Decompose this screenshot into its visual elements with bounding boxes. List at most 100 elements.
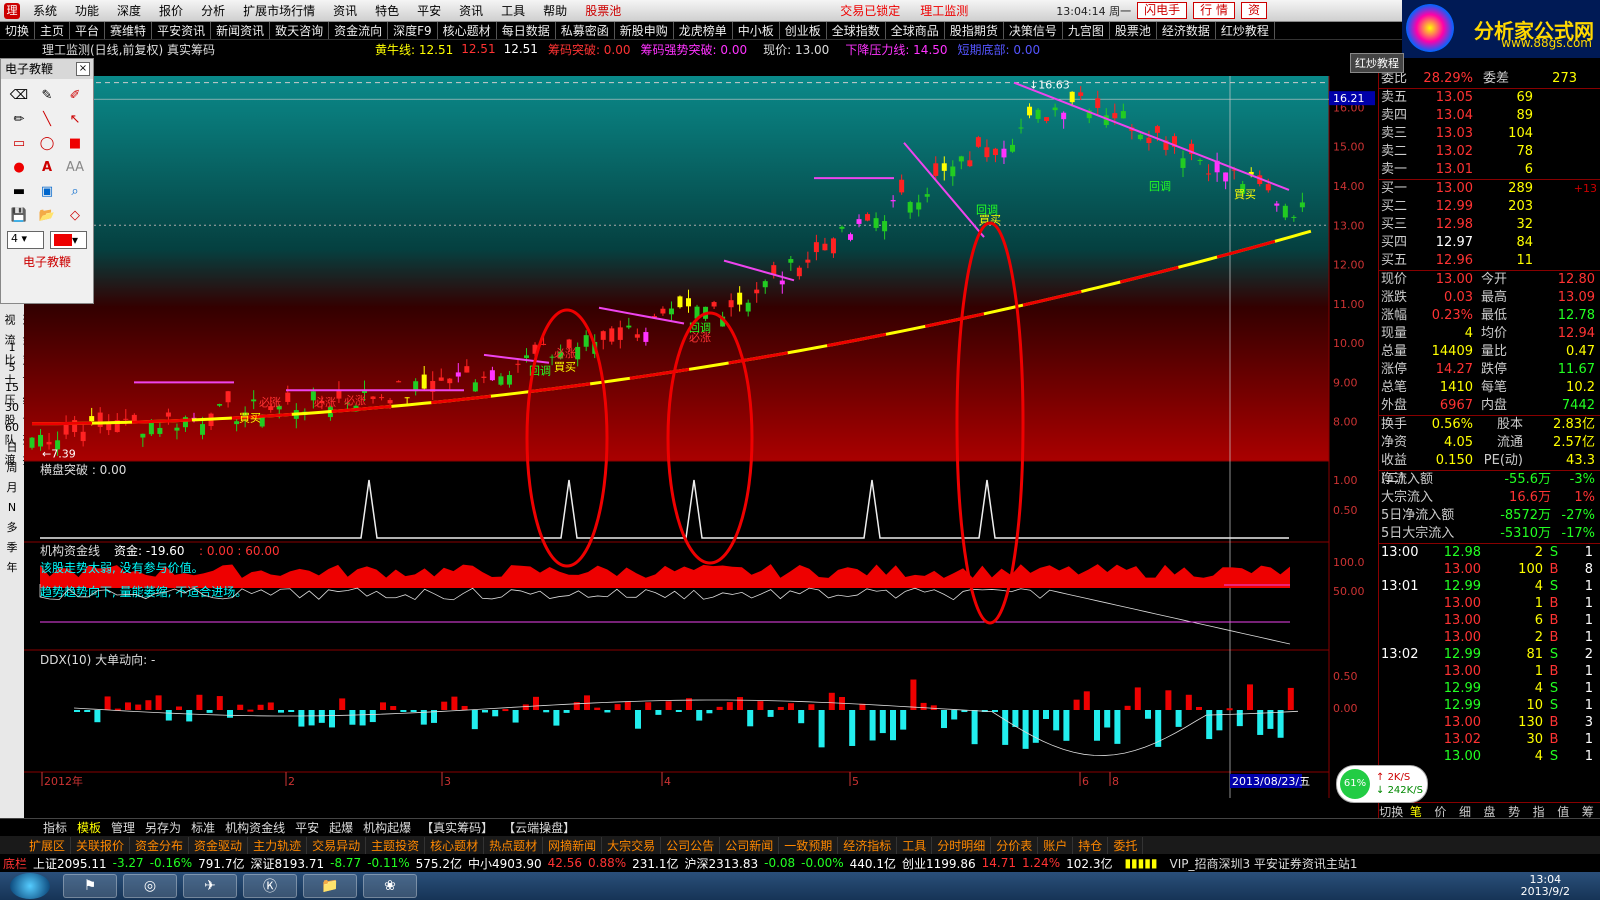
period-10[interactable]: 季 xyxy=(0,538,24,558)
toolbar-item-1[interactable]: 主页 xyxy=(35,22,71,39)
app-taskbar-icon-1[interactable]: ⚑ xyxy=(63,874,117,898)
toolbar-item-7[interactable]: 资金流向 xyxy=(329,22,389,39)
filled-ellipse-icon[interactable]: ● xyxy=(7,157,31,177)
toolbar-item-2[interactable]: 平台 xyxy=(70,22,106,39)
function-tab-12[interactable]: 公司新闻 xyxy=(720,836,780,854)
indicator-tab-8[interactable]: 机构起爆 xyxy=(358,819,416,836)
menu-item-11[interactable]: 帮助 xyxy=(534,4,576,18)
font-size-icon[interactable]: AA xyxy=(63,157,87,177)
filled-rect-icon[interactable]: ■ xyxy=(63,133,87,153)
save-icon[interactable]: 💾 xyxy=(7,205,31,225)
bid-row[interactable]: 买五 12.96 11 xyxy=(1379,252,1600,270)
indicator-tab-10[interactable]: 【云端操盘】 xyxy=(498,819,580,836)
toolbar-item-20[interactable]: 九宫图 xyxy=(1063,22,1110,39)
toolbar-item-16[interactable]: 全球指数 xyxy=(827,22,886,39)
bid-row[interactable]: 买三 12.98 32 xyxy=(1379,216,1600,234)
menu-item-10[interactable]: 工具 xyxy=(492,4,534,18)
toolbar-item-14[interactable]: 中小板 xyxy=(733,22,780,39)
menu-item-3[interactable]: 报价 xyxy=(150,4,192,18)
line-width-select[interactable]: 4 ▾ xyxy=(7,231,44,249)
function-tab-1[interactable]: 关联报价 xyxy=(71,836,131,854)
eraser-icon[interactable]: ⌫ xyxy=(7,85,31,105)
toolbar-item-22[interactable]: 经济数据 xyxy=(1157,22,1216,39)
toolbar-item-11[interactable]: 私募密函 xyxy=(556,22,615,39)
function-tab-2[interactable]: 资金分布 xyxy=(130,836,190,854)
toolbar-item-18[interactable]: 股指期货 xyxy=(945,22,1004,39)
toolbar-item-13[interactable]: 龙虎榜单 xyxy=(674,22,733,39)
toolbar-item-5[interactable]: 新闻资讯 xyxy=(211,22,271,39)
pencil-icon[interactable]: ✏ xyxy=(7,109,31,129)
indicator-tab-2[interactable]: 管理 xyxy=(106,819,140,836)
toolbar-item-21[interactable]: 股票池 xyxy=(1110,22,1157,39)
indicator-tab-4[interactable]: 标准 xyxy=(186,819,220,836)
toolbar-item-0[interactable]: 切换 xyxy=(0,22,36,39)
hs-index[interactable]: 沪深2313.83 xyxy=(681,855,761,872)
toolbar-item-10[interactable]: 每日数据 xyxy=(497,22,556,39)
menu-item-6[interactable]: 资讯 xyxy=(324,4,366,18)
app-taskbar-icon-3[interactable]: ✈ xyxy=(183,874,237,898)
info-button[interactable]: 资 xyxy=(1240,2,1267,19)
toolbar-item-15[interactable]: 创业板 xyxy=(780,22,827,39)
period-9[interactable]: 多 xyxy=(0,518,24,538)
bid-row[interactable]: 买二 12.99 203 xyxy=(1379,198,1600,216)
indicator-tab-5[interactable]: 机构资金线 xyxy=(220,819,290,836)
ask-row[interactable]: 卖三 13.03 104 xyxy=(1379,125,1600,143)
menu-item-5[interactable]: 扩展市场行情 xyxy=(234,4,324,18)
menu-item-7[interactable]: 特色 xyxy=(366,4,408,18)
function-tab-8[interactable]: 热点题材 xyxy=(484,836,544,854)
cy-index[interactable]: 创业1199.86 xyxy=(899,855,979,872)
menu-item-4[interactable]: 分析 xyxy=(192,4,234,18)
menu-item-8[interactable]: 平安 xyxy=(408,4,450,18)
zoom-icon[interactable]: ⌕ xyxy=(63,181,87,201)
indicator-tab-6[interactable]: 平安 xyxy=(290,819,324,836)
function-tab-17[interactable]: 分价表 xyxy=(991,836,1039,854)
menu-item-2[interactable]: 深度 xyxy=(108,4,150,18)
color-select[interactable]: ▾ xyxy=(50,231,87,249)
sz-index[interactable]: 深证8193.71 xyxy=(248,855,328,872)
image-icon[interactable]: ▣ xyxy=(35,181,59,201)
rectangle-icon[interactable]: ▭ xyxy=(7,133,31,153)
sh-index[interactable]: 上证2095.11 xyxy=(30,855,110,872)
toolbar-item-4[interactable]: 平安资讯 xyxy=(152,22,212,39)
app-taskbar-icon-5[interactable]: ❀ xyxy=(363,874,417,898)
folder-taskbar-icon[interactable]: 📁 xyxy=(303,874,357,898)
indicator-tab-3[interactable]: 另存为 xyxy=(140,819,186,836)
ask-row[interactable]: 卖一 13.01 6 xyxy=(1379,161,1600,179)
function-tab-9[interactable]: 网摘新闻 xyxy=(543,836,603,854)
close-icon[interactable]: × xyxy=(76,62,90,76)
ask-row[interactable]: 卖四 13.04 89 xyxy=(1379,107,1600,125)
zx-index[interactable]: 中小4903.90 xyxy=(465,855,545,872)
toolbar-item-8[interactable]: 深度F9 xyxy=(388,22,438,39)
toolbar-item-19[interactable]: 决策信号 xyxy=(1004,22,1063,39)
function-tab-13[interactable]: 一致预期 xyxy=(779,836,839,854)
toolbar-item-9[interactable]: 核心题材 xyxy=(438,22,497,39)
ellipse-icon[interactable]: ◯ xyxy=(35,133,59,153)
ask-row[interactable]: 卖二 13.02 78 xyxy=(1379,143,1600,161)
toolbar-item-12[interactable]: 新股申购 xyxy=(615,22,674,39)
toolbar-item-17[interactable]: 全球商品 xyxy=(886,22,945,39)
function-tab-3[interactable]: 资金驱动 xyxy=(189,836,249,854)
stock-pool-menu[interactable]: 股票池 xyxy=(576,2,630,19)
indicator-tab-7[interactable]: 起爆 xyxy=(324,819,358,836)
color-black-icon[interactable]: ▬ xyxy=(7,181,31,201)
app-taskbar-icon-4[interactable]: Ⓚ xyxy=(243,874,297,898)
period-7[interactable]: 月 xyxy=(0,478,24,498)
function-tab-4[interactable]: 主力轨迹 xyxy=(248,836,308,854)
indicator-tab-1[interactable]: 模板 xyxy=(72,819,106,836)
function-tab-19[interactable]: 持仓 xyxy=(1073,836,1109,854)
function-tab-11[interactable]: 公司公告 xyxy=(661,836,721,854)
chart-area[interactable]: 買买必涨 必涨 必涨必涨買买回调回调必涨回调買买回调買买 横盘突破 : 0.001.… xyxy=(24,58,1378,818)
tutorial-badge[interactable]: 红炒教程 xyxy=(1350,53,1404,73)
marker-icon[interactable]: ✐ xyxy=(63,85,87,105)
period-8[interactable]: N xyxy=(0,498,24,518)
function-tab-20[interactable]: 委托 xyxy=(1108,836,1144,854)
toolbar-item-6[interactable]: 致天咨询 xyxy=(270,22,330,39)
function-tab-15[interactable]: 工具 xyxy=(897,836,933,854)
ask-row[interactable]: 卖五 13.05 69 xyxy=(1379,89,1600,107)
server-name[interactable]: VIP_招商深圳3 平安证券资讯主站1 xyxy=(1166,855,1360,872)
function-tab-18[interactable]: 账户 xyxy=(1038,836,1074,854)
period-11[interactable]: 年 xyxy=(0,558,24,578)
pen-icon[interactable]: ✎ xyxy=(35,85,59,105)
indicator-tab-0[interactable]: 指标 xyxy=(38,819,72,836)
app-taskbar-icon-2[interactable]: ◎ xyxy=(123,874,177,898)
